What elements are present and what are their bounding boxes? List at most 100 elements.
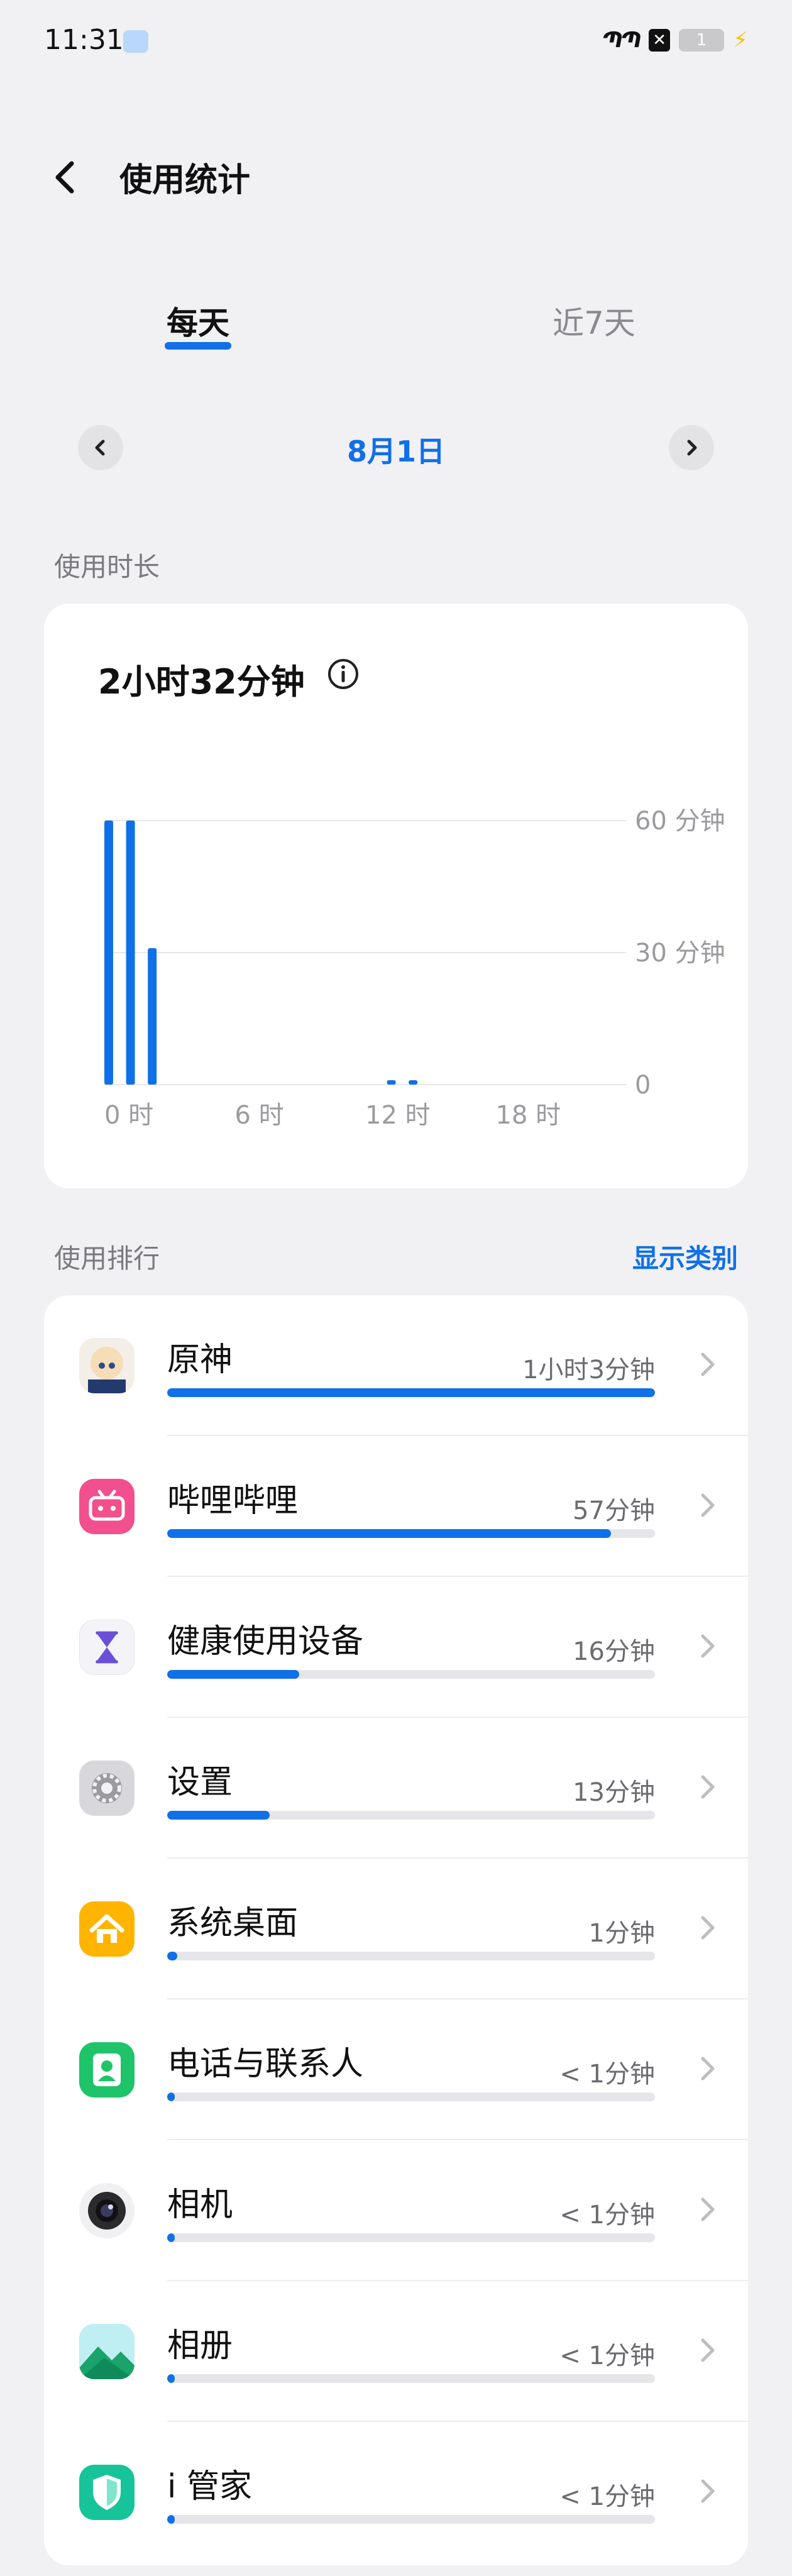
- usage-bar-fill: [167, 1670, 299, 1679]
- app-name: 哔哩哔哩: [167, 1482, 299, 1520]
- active-tab-indicator: [165, 342, 231, 350]
- gallery-icon: [79, 2324, 135, 2379]
- usage-bar-track: [167, 1388, 655, 1397]
- chevron-right-icon: [701, 2197, 715, 2221]
- usage-bar-track: [167, 2092, 655, 2101]
- usage-card: 2小时32分钟 60 分钟 30 分钟 0 0 时6 时 12 时 18 时: [44, 604, 748, 1188]
- battery-icon: 1: [679, 29, 725, 52]
- usage-bar-fill: [167, 2374, 175, 2383]
- chart-x-tick-label: 6 时: [235, 1101, 284, 1130]
- hourly-usage-chart: 60 分钟 30 分钟 0 0 时 6 时 12 时 18 时: [104, 807, 725, 1130]
- usage-bar-fill: [167, 1811, 270, 1820]
- chevron-right-icon: [701, 1775, 715, 1799]
- date-navigator: 8月1日: [0, 420, 792, 473]
- app-name: 原神: [167, 1341, 233, 1379]
- chart-y-tick-label: 30 分钟: [635, 939, 725, 968]
- status-time: 11:31: [44, 24, 124, 56]
- usage-bar-track: [167, 2233, 655, 2242]
- app-usage-time: 16分钟: [573, 1637, 655, 1666]
- chevron-right-icon: [687, 439, 697, 456]
- usage-bar-fill: [167, 2233, 175, 2242]
- page-title: 使用统计: [119, 162, 251, 199]
- chart-bar: [104, 821, 113, 1085]
- app-name: 相机: [167, 2186, 233, 2224]
- usage-duration-label: 使用时长: [54, 551, 160, 582]
- usage-bar-track: [167, 1529, 655, 1538]
- chevron-right-icon: [701, 1634, 715, 1658]
- list-item[interactable]: 电话与联系人 < 1分钟: [44, 1999, 748, 2140]
- app-name: 系统桌面: [167, 1904, 299, 1942]
- chevron-right-icon: [701, 1493, 715, 1517]
- usage-bar-track: [167, 1952, 655, 1960]
- signal-icon: ՊՊ: [602, 28, 642, 53]
- chart-bar: [126, 821, 135, 1085]
- usage-ranking-label: 使用排行: [54, 1243, 160, 1274]
- app-usage-time: < 1分钟: [559, 2482, 655, 2511]
- usage-bar-fill: [167, 1529, 611, 1538]
- chevron-right-icon: [701, 2057, 715, 2081]
- contacts-icon: [79, 2042, 135, 2098]
- tab-last-7-days[interactable]: 近7天: [522, 298, 666, 343]
- list-item[interactable]: i 管家 < 1分钟: [44, 2422, 748, 2563]
- status-bar: 11:31 ՊՊ ✕ 1 ⚡: [0, 0, 792, 75]
- app-ranking-list: 原神 1小时3分钟 哔哩哔哩 57分钟 健康使用设备 16分钟 设置 13分钟 …: [44, 1295, 748, 2565]
- app-usage-time: < 1分钟: [559, 2341, 655, 2370]
- chart-bar: [148, 948, 157, 1085]
- imanager-icon: [79, 2465, 135, 2520]
- usage-bar-track: [167, 2374, 655, 2383]
- chevron-right-icon: [701, 1916, 715, 1940]
- usage-bar-track: [167, 2515, 655, 2524]
- app-name: 电话与联系人: [167, 2045, 364, 2083]
- usage-bar-track: [167, 1811, 655, 1820]
- list-item[interactable]: 健康使用设备 16分钟: [44, 1577, 748, 1718]
- header: 使用统计: [0, 138, 792, 214]
- bilibili-icon: [79, 1479, 135, 1534]
- chevron-right-icon: [701, 2479, 715, 2503]
- back-arrow-icon: [55, 161, 74, 194]
- notification-icon: [123, 30, 148, 53]
- usage-bar-fill: [167, 1388, 655, 1397]
- list-item[interactable]: 系统桌面 1分钟: [44, 1859, 748, 1999]
- usage-bar-track: [167, 1670, 655, 1679]
- list-item[interactable]: 相册 < 1分钟: [44, 2281, 748, 2422]
- app-name: i 管家: [167, 2468, 252, 2506]
- usage-bar-fill: [167, 2092, 175, 2101]
- chart-bar: [387, 1080, 396, 1085]
- home-icon: [79, 1901, 135, 1957]
- list-item[interactable]: 相机 < 1分钟: [44, 2140, 748, 2281]
- hourglass-icon: [79, 1620, 135, 1675]
- app-usage-time: < 1分钟: [559, 2060, 655, 2089]
- list-item[interactable]: 原神 1小时3分钟: [44, 1295, 748, 1436]
- app-usage-time: < 1分钟: [559, 2201, 655, 2230]
- usage-bar-fill: [167, 1952, 177, 1960]
- list-item[interactable]: 设置 13分钟: [44, 1718, 748, 1859]
- chart-x-tick-label: 0 时: [104, 1101, 153, 1130]
- app-name: 相册: [167, 2327, 233, 2365]
- camera-icon: [79, 2183, 135, 2238]
- period-tabs: 每天 近7天: [0, 289, 792, 358]
- app-usage-time: 1分钟: [588, 1919, 655, 1948]
- charging-icon: ⚡: [733, 28, 748, 53]
- next-day-button[interactable]: [669, 425, 714, 470]
- app-usage-time: 13分钟: [573, 1778, 655, 1807]
- chart-x-tick-label: 18 时: [496, 1101, 561, 1130]
- back-button[interactable]: [49, 157, 84, 197]
- no-sim-icon: ✕: [649, 29, 671, 52]
- genshin-icon: [79, 1338, 135, 1393]
- status-icons: ՊՊ ✕ 1 ⚡: [603, 28, 748, 53]
- app-name: 设置: [167, 1764, 233, 1801]
- list-item[interactable]: 哔哩哔哩 57分钟: [44, 1436, 748, 1577]
- app-usage-time: 57分钟: [573, 1496, 655, 1525]
- chevron-right-icon: [701, 2338, 715, 2362]
- usage-bar-fill: [167, 2515, 175, 2524]
- chart-y-tick-label: 60 分钟: [635, 807, 725, 836]
- chevron-right-icon: [701, 1352, 715, 1376]
- usage-stats-page: 11:31 ՊՊ ✕ 1 ⚡ 使用统计 每天 近7天 8月1日 使用时长 2小时…: [0, 0, 792, 2576]
- chart-bar: [409, 1080, 418, 1085]
- app-usage-time: 1小时3分钟: [522, 1356, 655, 1385]
- show-category-button[interactable]: 显示类别: [632, 1237, 738, 1276]
- chart-y-tick-label: 0: [635, 1071, 651, 1100]
- tab-daily[interactable]: 每天: [126, 298, 270, 343]
- battery-level: 1: [696, 31, 707, 50]
- app-name: 健康使用设备: [167, 1623, 364, 1661]
